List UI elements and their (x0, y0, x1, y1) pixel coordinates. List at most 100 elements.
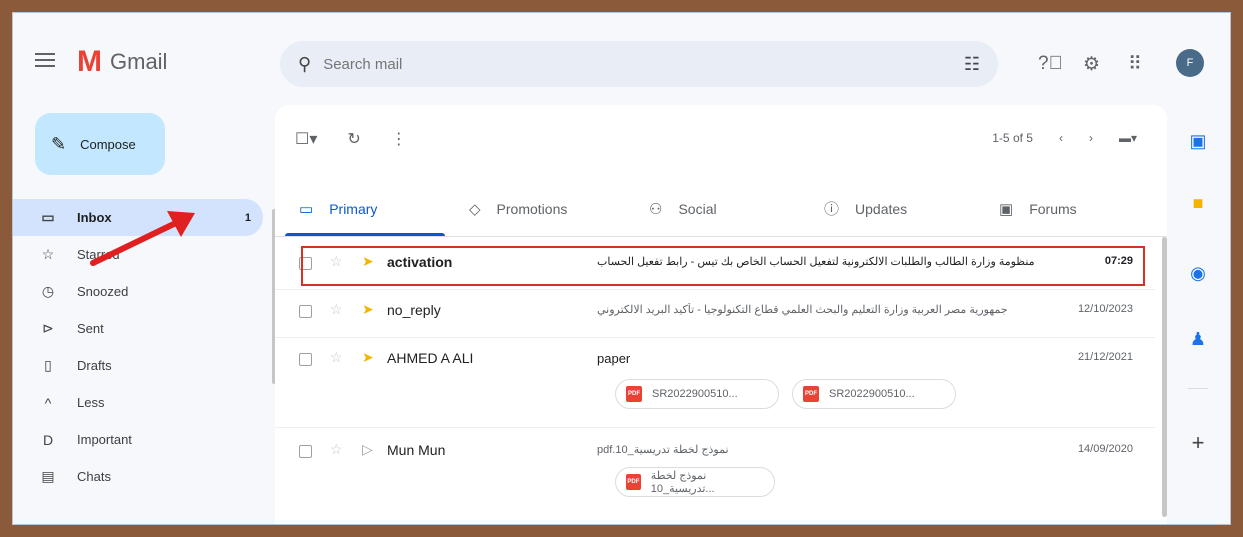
forum-icon: ▣ (999, 200, 1014, 218)
row-divider (275, 337, 1155, 338)
important-marker-icon[interactable]: ▷ (362, 441, 373, 458)
inbox-tab-icon: ▭ (299, 200, 314, 218)
gmail-m-icon: M (77, 45, 102, 78)
tab-forums[interactable]: ▣ Forums (975, 181, 1155, 236)
category-tabs: ▭ Primary ◇ Promotions ⚇ Social ⓘ Update… (275, 181, 1167, 237)
star-icon[interactable]: ☆ (330, 349, 343, 366)
row-divider (275, 289, 1155, 290)
email-sender: Mun Mun (387, 442, 446, 458)
mail-list-panel: ☐▾ ↻ ⋮ 1-5 of 5 ‹ › ▬▾ ▭ Primary ◇ Promo… (275, 105, 1167, 524)
next-page-icon[interactable]: › (1089, 131, 1093, 145)
sidebar-item-chats[interactable]: ▤ Chats (13, 458, 263, 495)
pencil-icon: ✎ (51, 133, 67, 154)
main-menu-icon[interactable] (35, 53, 55, 67)
email-row[interactable]: ☆ ▷ Mun Mun pdf.10_نموذج لخطة تدريسية 14… (275, 431, 1155, 521)
list-scrollbar[interactable] (1162, 237, 1167, 517)
sidebar-item-snoozed[interactable]: ◷ Snoozed (13, 273, 263, 310)
row-divider (275, 427, 1155, 428)
tab-label: Social (678, 200, 717, 217)
add-addon-icon[interactable]: + (1188, 432, 1208, 454)
chat-icon: ▤ (41, 468, 55, 484)
sidebar-item-less[interactable]: ^ Less (13, 384, 263, 421)
row-checkbox[interactable] (299, 445, 312, 458)
chevron-up-icon: ^ (44, 394, 52, 411)
page-info: 1-5 of 5 (992, 131, 1033, 145)
row-checkbox[interactable] (299, 353, 312, 366)
sidebar-item-important[interactable]: D Important (13, 421, 263, 458)
email-row[interactable]: ☆ ➤ no_reply جمهورية مصر العربية وزارة ا… (275, 291, 1155, 337)
important-icon: D (42, 431, 54, 448)
important-marker-icon[interactable]: ➤ (362, 301, 374, 318)
tag-icon: ◇ (469, 200, 481, 218)
email-subject: pdf.10_نموذج لخطة تدريسية (597, 444, 729, 456)
prev-page-icon[interactable]: ‹ (1059, 131, 1063, 145)
compose-label: Compose (80, 136, 136, 152)
sidebar-item-label: Less (77, 395, 105, 410)
tab-label: Primary (329, 200, 378, 217)
clock-icon: ◷ (41, 283, 55, 299)
search-input[interactable] (323, 55, 964, 73)
pdf-icon: PDF (626, 386, 642, 402)
people-icon: ⚇ (649, 200, 663, 218)
attachment-chip[interactable]: PDF SR2022900510... (792, 379, 956, 409)
star-icon[interactable]: ☆ (330, 441, 343, 458)
email-date: 21/12/2021 (1077, 351, 1133, 363)
help-icon[interactable]: ?⃝ (1038, 53, 1063, 75)
app-name: Gmail (110, 49, 168, 74)
pdf-icon: PDF (626, 474, 641, 490)
sidebar-item-drafts[interactable]: ▯ Drafts (13, 347, 263, 384)
sidebar-item-label: Sent (77, 321, 104, 336)
email-subject: جمهورية مصر العربية وزارة التعليم والبحث… (597, 304, 1008, 316)
tab-label: Forums (1029, 200, 1077, 217)
list-toolbar: ☐▾ ↻ ⋮ (295, 129, 407, 149)
sidebar-item-label: Snoozed (77, 284, 129, 299)
tab-label: Promotions (496, 200, 568, 217)
gmail-logo[interactable]: M Gmail (77, 47, 167, 77)
email-sender: no_reply (387, 302, 441, 318)
apps-grid-icon[interactable]: ⠿ (1128, 53, 1142, 76)
annotation-arrow (90, 211, 195, 266)
sidebar-item-label: Drafts (77, 358, 112, 373)
search-icon[interactable]: ⚲ (298, 54, 311, 75)
keep-icon[interactable]: ■ (1188, 193, 1208, 213)
calendar-icon[interactable]: ▣ (1188, 131, 1208, 151)
tab-updates[interactable]: ⓘ Updates (800, 181, 975, 236)
search-options-icon[interactable]: ☷ (964, 54, 980, 75)
account-avatar[interactable]: F (1176, 49, 1204, 77)
pdf-icon: PDF (803, 386, 819, 402)
info-icon: ⓘ (824, 201, 840, 218)
star-icon: ☆ (41, 246, 55, 262)
attachment-name: SR2022900510... (829, 388, 915, 400)
tab-promotions[interactable]: ◇ Promotions (445, 181, 625, 236)
attachment-chip[interactable]: PDF نموذج لخطة تدريسية_10... (615, 467, 775, 497)
email-sender: AHMED A ALI (387, 350, 474, 366)
attachment-name: نموذج لخطة تدريسية_10... (650, 470, 715, 495)
refresh-icon[interactable]: ↻ (347, 129, 360, 149)
sidebar-item-label: Chats (77, 469, 111, 484)
tab-primary[interactable]: ▭ Primary (275, 181, 445, 236)
star-icon[interactable]: ☆ (330, 301, 343, 318)
attachment-chip[interactable]: PDF SR2022900510... (615, 379, 779, 409)
email-row[interactable]: ☆ ➤ AHMED A ALI paper 21/12/2021 PDF SR2… (275, 339, 1155, 427)
more-options-icon[interactable]: ⋮ (391, 129, 407, 149)
tab-social[interactable]: ⚇ Social (625, 181, 800, 236)
unread-count: 1 (244, 211, 251, 224)
important-marker-icon[interactable]: ➤ (362, 349, 374, 366)
contacts-icon[interactable]: ♟ (1188, 329, 1208, 349)
settings-gear-icon[interactable]: ⚙ (1083, 53, 1100, 76)
email-date: 12/10/2023 (1077, 303, 1133, 315)
draft-icon: ▯ (44, 357, 52, 373)
sidebar-item-sent[interactable]: ⊳ Sent (13, 310, 263, 347)
sidebar-item-label: Important (77, 432, 132, 447)
row-checkbox[interactable] (299, 305, 312, 318)
email-date: 14/09/2020 (1077, 443, 1133, 455)
highlight-box (301, 246, 1145, 286)
search-bar[interactable]: ⚲ ☷ (280, 41, 998, 87)
tab-label: Updates (855, 200, 908, 217)
select-all-checkbox[interactable]: ☐▾ (295, 129, 317, 149)
inbox-icon: ▭ (41, 209, 55, 225)
density-icon[interactable]: ▬▾ (1119, 131, 1137, 145)
compose-button[interactable]: ✎ Compose (35, 113, 165, 175)
tasks-icon[interactable]: ◉ (1188, 263, 1208, 283)
attachment-name: SR2022900510... (652, 388, 738, 400)
